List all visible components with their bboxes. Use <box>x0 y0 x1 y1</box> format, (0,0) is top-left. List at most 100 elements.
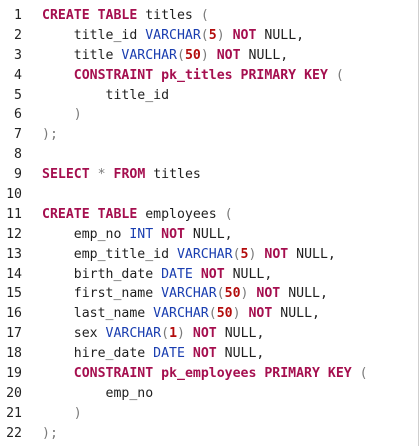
code-token: ( <box>232 246 241 262</box>
code-token: ) <box>216 27 225 43</box>
code-line[interactable]: 8 <box>0 145 419 165</box>
code-token: VARCHAR <box>176 246 233 262</box>
code-token: ) <box>232 306 241 322</box>
code-token: ); <box>42 127 58 143</box>
line-number: 4 <box>14 67 22 83</box>
code-text: CONSTRAINT pk_titles PRIMARY KEY ( <box>42 66 344 86</box>
code-line[interactable]: 22); <box>0 424 419 444</box>
code-text: sex VARCHAR(1) NOT NULL, <box>42 324 265 344</box>
code-line[interactable]: 21 ) <box>0 404 419 424</box>
line-number: 20 <box>6 385 22 401</box>
code-token: NULL, <box>240 47 289 63</box>
code-text: title_id <box>42 86 170 106</box>
code-token: employees <box>137 206 225 222</box>
code-line[interactable]: 20 emp_no <box>0 384 419 404</box>
line-number: 6 <box>14 107 22 123</box>
code-token: title_id <box>42 87 170 103</box>
code-token: titles <box>137 8 201 23</box>
code-line[interactable]: 18 hire_date DATE NOT NULL, <box>0 344 419 364</box>
code-token: VARCHAR <box>145 27 201 43</box>
code-token: CREATE TABLE <box>42 8 138 23</box>
code-token: ) <box>177 326 185 342</box>
line-number: 10 <box>6 187 22 203</box>
code-token: hire_date <box>42 346 154 362</box>
code-token: emp_title_id <box>42 246 177 262</box>
code-token: ( <box>200 27 209 43</box>
sql-code-editor[interactable]: 1 CREATE TABLE titles (2 title_id VARCHAR… <box>0 0 419 446</box>
code-line[interactable]: 19 CONSTRAINT pk_employees PRIMARY KEY ( <box>0 364 419 384</box>
code-token: ( <box>176 47 185 63</box>
code-area[interactable]: 1 CREATE TABLE titles (2 title_id VARCHAR… <box>0 6 419 444</box>
line-number: 1 <box>14 8 22 23</box>
line-number: 17 <box>6 326 22 342</box>
code-token: 1 <box>169 326 178 342</box>
code-token: last_name <box>42 306 154 322</box>
code-token: NULL, <box>216 346 265 362</box>
code-line[interactable]: 17 sex VARCHAR(1) NOT NULL, <box>0 324 419 344</box>
code-line[interactable]: 10 <box>0 185 419 205</box>
code-token: ( <box>224 206 233 222</box>
code-token: 50 <box>224 286 241 302</box>
code-text: emp_no <box>42 384 154 404</box>
code-token: VARCHAR <box>153 306 209 322</box>
code-token: DATE <box>161 266 193 282</box>
code-token: DATE <box>153 346 185 362</box>
code-token: ) <box>200 47 209 63</box>
line-number: 15 <box>6 286 22 302</box>
code-line[interactable]: 13 emp_title_id VARCHAR(5) NOT NULL, <box>0 245 419 265</box>
code-token: NULL, <box>256 27 305 43</box>
code-text: SELECT * FROM titles <box>42 165 201 185</box>
code-text: CREATE TABLE titles ( <box>42 6 209 26</box>
code-token: NOT <box>161 226 185 242</box>
code-token: * <box>97 167 106 183</box>
line-number: 18 <box>6 346 22 362</box>
code-text: ); <box>42 424 58 444</box>
code-token: ) <box>73 405 82 421</box>
line-number: 7 <box>14 127 22 143</box>
code-token: NOT <box>264 246 289 262</box>
code-line[interactable]: 6 ) <box>0 105 419 125</box>
code-token: CONSTRAINT <box>73 366 154 382</box>
code-token: first_name <box>42 286 162 302</box>
code-token: emp_no <box>42 226 130 242</box>
line-number: 14 <box>6 266 22 282</box>
code-token: ( <box>216 286 225 302</box>
code-line[interactable]: 5 title_id <box>0 86 419 106</box>
code-token: NOT <box>192 326 217 342</box>
code-line[interactable]: 12 emp_no INT NOT NULL, <box>0 225 419 245</box>
code-token: NOT <box>248 306 273 322</box>
line-number: 16 <box>6 306 22 322</box>
code-line[interactable]: 2 title_id VARCHAR(5) NOT NULL, <box>0 26 419 46</box>
code-token: NOT <box>256 286 281 302</box>
code-token: NOT <box>200 266 225 282</box>
code-token: NOT <box>232 27 257 43</box>
code-line[interactable]: 11 CREATE TABLE employees ( <box>0 205 419 225</box>
line-number: 3 <box>14 47 22 63</box>
code-line[interactable]: 1 CREATE TABLE titles ( <box>0 6 419 26</box>
code-token: pk_titles <box>161 67 233 83</box>
code-line[interactable]: 14 birth_date DATE NOT NULL, <box>0 265 419 285</box>
code-line[interactable]: 16 last_name VARCHAR(50) NOT NULL, <box>0 304 419 324</box>
code-line[interactable]: 9 SELECT * FROM titles <box>0 165 419 185</box>
code-token: ( <box>335 67 344 83</box>
code-line[interactable]: 7); <box>0 125 419 145</box>
code-token: 5 <box>208 27 217 43</box>
code-text: last_name VARCHAR(50) NOT NULL, <box>42 304 320 324</box>
code-line[interactable]: 15 first_name VARCHAR(50) NOT NULL, <box>0 284 419 304</box>
code-token: SELECT <box>42 167 90 183</box>
code-token: NOT <box>216 47 241 63</box>
code-token: NULL, <box>272 306 320 322</box>
code-text: emp_no INT NOT NULL, <box>42 225 233 245</box>
line-number: 22 <box>6 425 22 441</box>
code-line[interactable]: 4 CONSTRAINT pk_titles PRIMARY KEY ( <box>0 66 419 86</box>
code-token: VARCHAR <box>121 47 177 63</box>
code-line[interactable]: 3 title VARCHAR(50) NOT NULL, <box>0 46 419 66</box>
